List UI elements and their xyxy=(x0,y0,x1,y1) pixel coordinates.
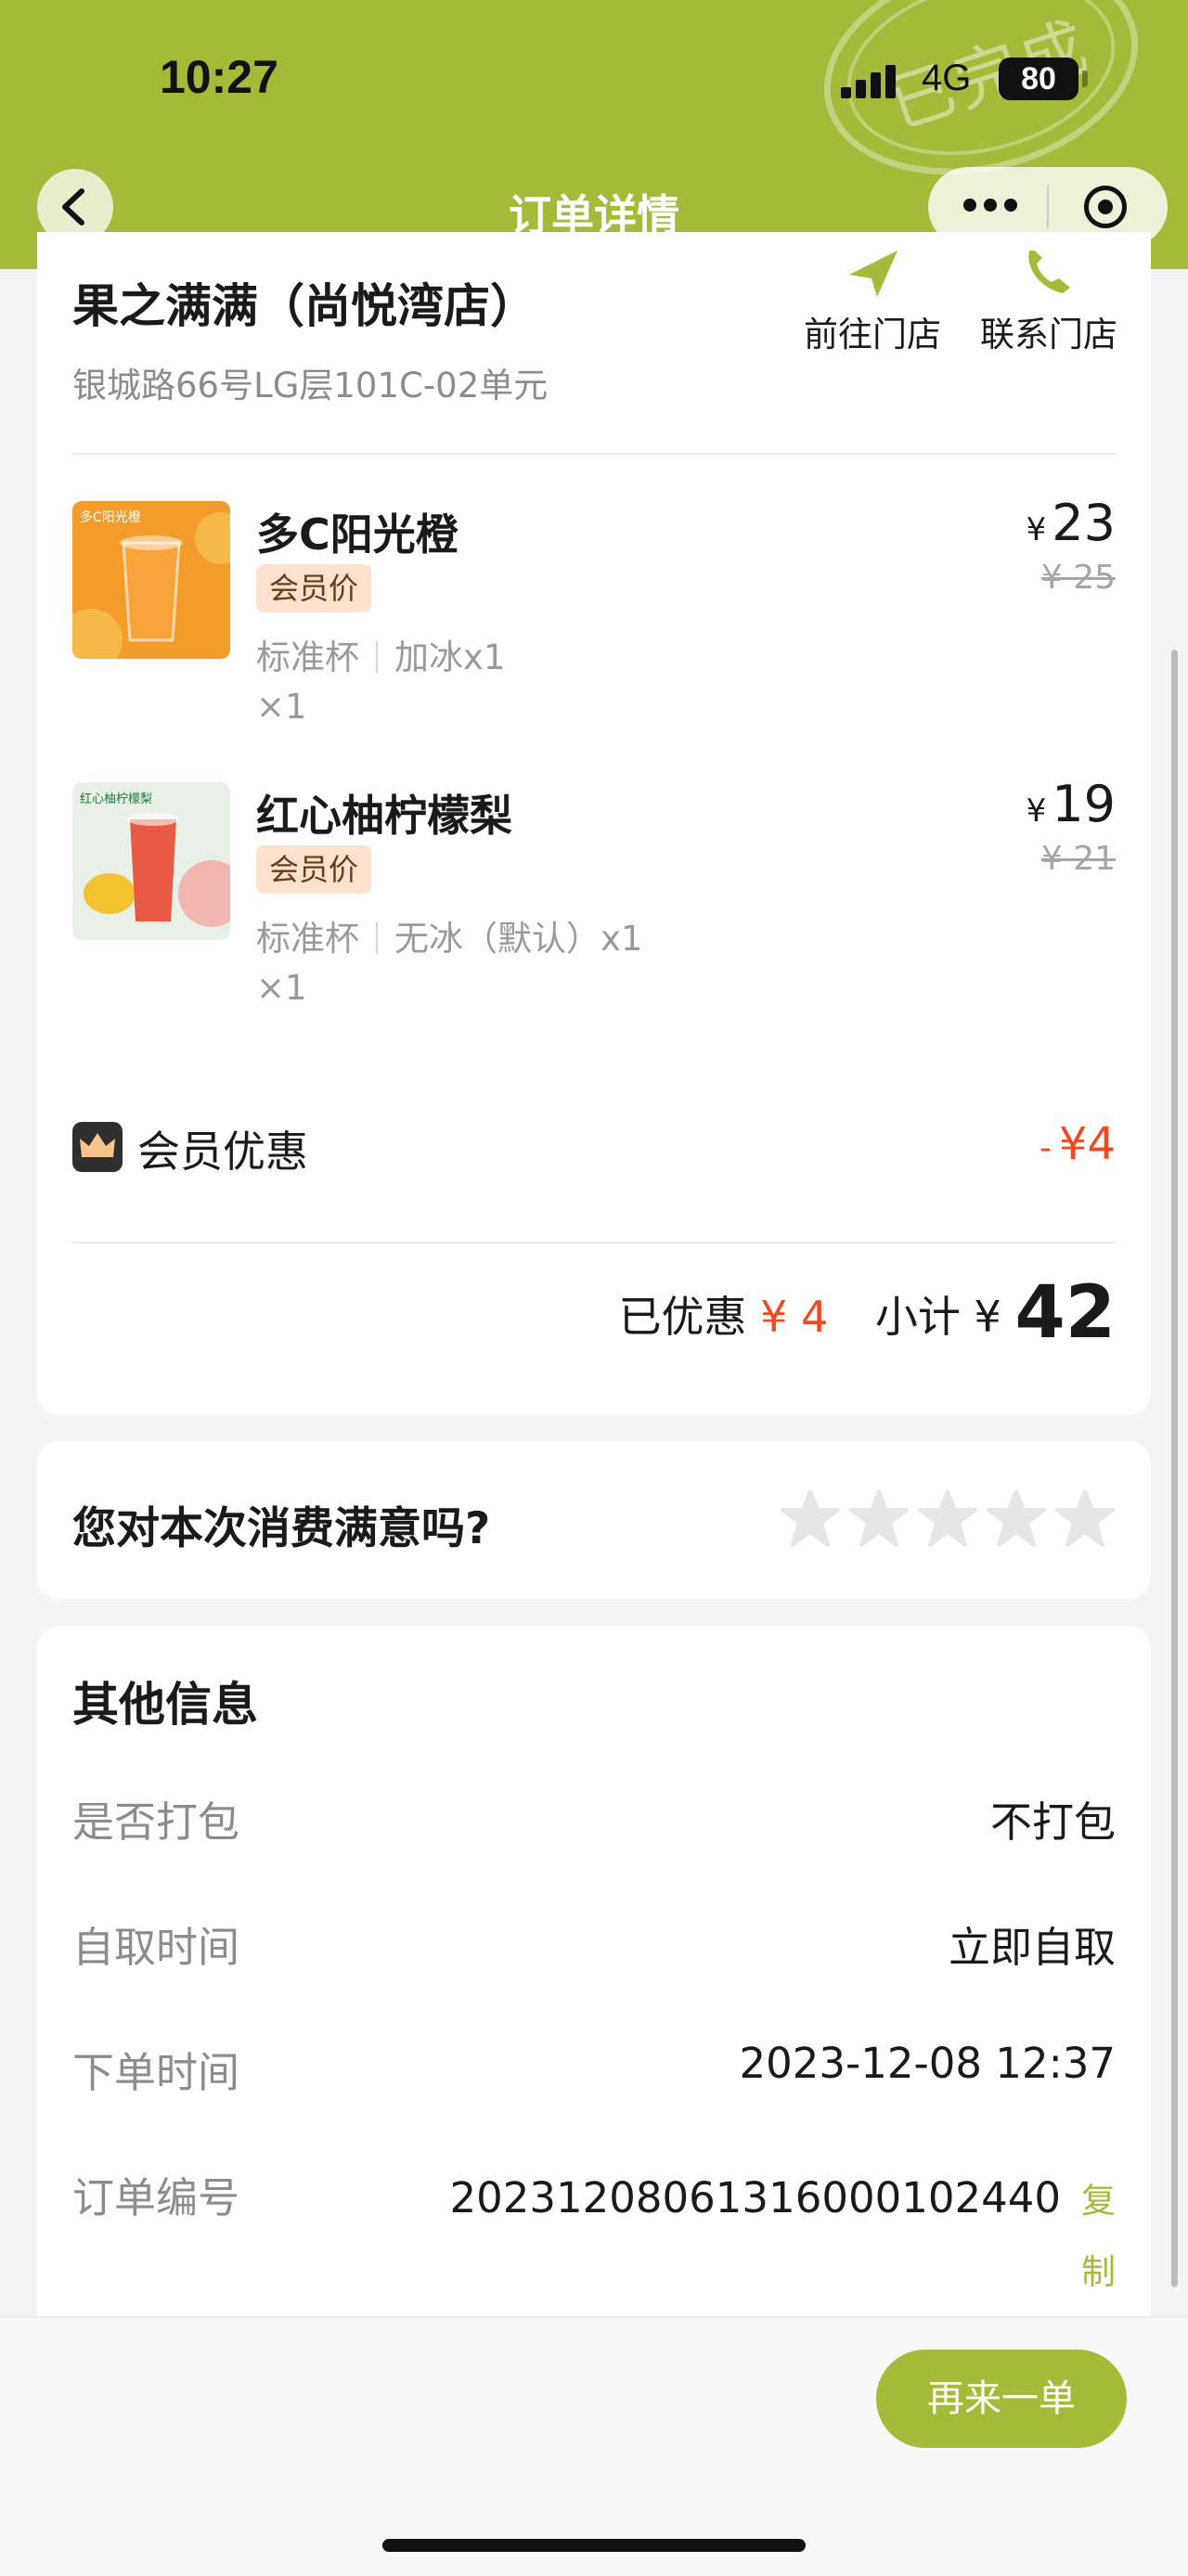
star-icon[interactable] xyxy=(986,1489,1047,1549)
item-price: ¥19 xyxy=(1026,775,1116,833)
copy-button[interactable]: 复制 xyxy=(1081,2181,1116,2292)
bottom-bar: 再来一单 xyxy=(0,2316,1188,2576)
item-qty: ×1 xyxy=(256,687,307,727)
item-spec: 标准杯 无冰（默认）x1 xyxy=(256,919,643,959)
status-time: 10:27 xyxy=(160,51,278,103)
rating-stars xyxy=(772,1489,1116,1551)
order-item: 红心柚柠檬梨 红心柚柠檬梨 会员价 标准杯 无冰（默认）x1 ×1 ¥19 ¥ 2… xyxy=(72,775,1116,1024)
member-discount-row: 会员优惠 - ¥4 xyxy=(72,1118,1116,1183)
order-time-value: 2023-12-08 12:37 xyxy=(739,2039,1116,2088)
contact-store-label: 联系门店 xyxy=(980,315,1117,354)
divider xyxy=(72,453,1116,455)
order-number-row: 订单编号 20231208061316000102440复制 641820232 xyxy=(72,2164,1116,2365)
navigation-arrow-icon xyxy=(849,251,897,297)
reorder-button[interactable]: 再来一单 xyxy=(876,2350,1127,2448)
item-price: ¥23 xyxy=(1026,494,1116,552)
packing-label: 是否打包 xyxy=(72,1797,240,1847)
star-icon[interactable] xyxy=(1054,1489,1116,1549)
item-name: 多C阳光橙 xyxy=(256,509,458,560)
pickup-label: 自取时间 xyxy=(72,1923,240,1972)
other-info-title: 其他信息 xyxy=(72,1678,258,1732)
order-item: 多C阳光橙 多C阳光橙 会员价 标准杯 加冰x1 ×1 ¥23 ¥ 25 xyxy=(72,494,1116,742)
member-discount-label: 会员优惠 xyxy=(137,1127,308,1177)
store-name: 果之满满（尚悦湾店） xyxy=(72,279,536,333)
product-image: 红心柚柠檬梨 xyxy=(72,782,230,940)
header: 已完成 10:27 4G 80 订单详情 xyxy=(0,0,1188,269)
goto-store-label: 前往门店 xyxy=(804,315,941,354)
order-summary: 已优惠 ¥ 4 小计 ¥ 42 xyxy=(619,1271,1116,1355)
pickup-value: 立即自取 xyxy=(948,1923,1116,1972)
scrollbar[interactable] xyxy=(1171,650,1178,2287)
store-address: 银城路66号LG层101C-02单元 xyxy=(72,366,549,406)
product-image: 多C阳光橙 xyxy=(72,501,230,659)
rating-question: 您对本次消费满意吗? xyxy=(72,1503,491,1554)
member-discount-amount: - ¥4 xyxy=(1039,1118,1116,1170)
item-spec: 标准杯 加冰x1 xyxy=(256,638,506,677)
battery-icon: 80 xyxy=(999,58,1088,100)
order-number-label: 订单编号 xyxy=(72,2173,240,2222)
svg-text:多C阳光橙: 多C阳光橙 xyxy=(80,509,141,525)
phone-icon xyxy=(1028,251,1070,293)
packing-value: 不打包 xyxy=(989,1797,1116,1847)
packing-row: 是否打包 不打包 xyxy=(72,1788,1116,1847)
saved-amount: ¥ 4 xyxy=(760,1292,829,1342)
member-price-tag: 会员价 xyxy=(256,845,372,894)
divider xyxy=(72,1242,1116,1243)
item-name: 红心柚柠檬梨 xyxy=(256,791,512,841)
network-type: 4G xyxy=(922,58,972,98)
goto-store-button[interactable]: 前往门店 xyxy=(789,251,956,356)
saved-label: 已优惠 xyxy=(618,1292,747,1342)
pickup-row: 自取时间 立即自取 xyxy=(72,1913,1116,1972)
order-card: 果之满满（尚悦湾店） 银城路66号LG层101C-02单元 前往门店 联系门店 … xyxy=(37,232,1151,1415)
home-indicator xyxy=(382,2539,806,2552)
item-original-price: ¥ 25 xyxy=(1040,559,1116,597)
order-time-label: 下单时间 xyxy=(72,2048,240,2097)
svg-text:红心柚柠檬梨: 红心柚柠檬梨 xyxy=(80,792,152,806)
signal-icon xyxy=(841,61,897,98)
star-icon[interactable] xyxy=(848,1489,910,1549)
star-icon[interactable] xyxy=(780,1489,841,1549)
subtotal-currency: ¥ xyxy=(974,1292,1001,1342)
member-price-tag: 会员价 xyxy=(256,564,372,612)
item-qty: ×1 xyxy=(256,968,307,1008)
more-icon[interactable] xyxy=(963,199,1019,215)
crown-icon xyxy=(72,1122,123,1172)
rating-card: 您对本次消费满意吗? xyxy=(37,1441,1151,1599)
order-time-row: 下单时间 2023-12-08 12:37 xyxy=(72,2039,1116,2097)
contact-store-button[interactable]: 联系门店 xyxy=(965,251,1132,356)
close-miniapp-icon[interactable] xyxy=(1084,186,1127,228)
star-icon[interactable] xyxy=(917,1489,978,1549)
subtotal-amount: 42 xyxy=(1014,1271,1116,1355)
subtotal-label: 小计 xyxy=(874,1292,961,1342)
item-original-price: ¥ 21 xyxy=(1040,840,1116,878)
